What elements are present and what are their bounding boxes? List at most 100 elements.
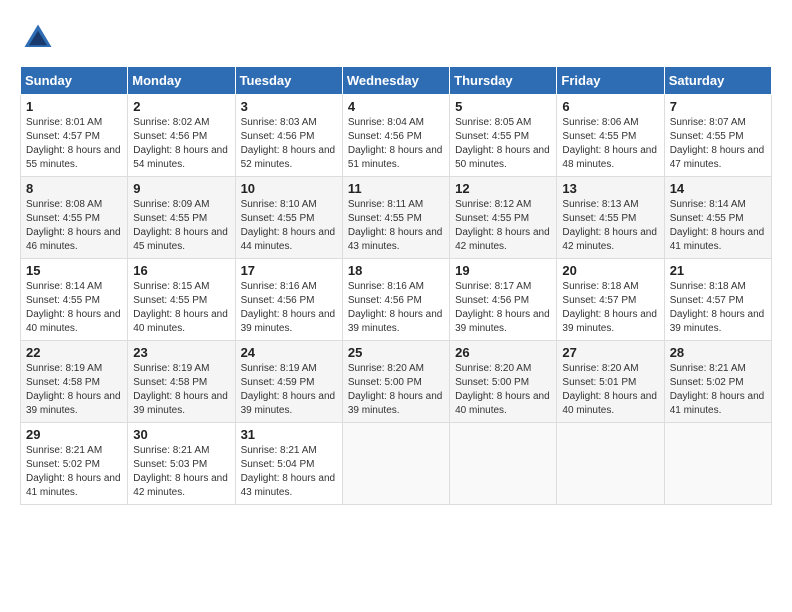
day-info: Sunrise: 8:19 AM Sunset: 4:58 PM Dayligh…	[133, 362, 229, 418]
day-number: 10	[241, 181, 337, 196]
day-info: Sunrise: 8:15 AM Sunset: 4:55 PM Dayligh…	[133, 280, 229, 336]
day-number: 23	[133, 345, 229, 360]
calendar-cell: 8 Sunrise: 8:08 AM Sunset: 4:55 PM Dayli…	[21, 177, 128, 259]
calendar-cell: 26 Sunrise: 8:20 AM Sunset: 5:00 PM Dayl…	[450, 341, 557, 423]
calendar-week-row: 8 Sunrise: 8:08 AM Sunset: 4:55 PM Dayli…	[21, 177, 772, 259]
calendar-cell: 31 Sunrise: 8:21 AM Sunset: 5:04 PM Dayl…	[235, 423, 342, 505]
day-info: Sunrise: 8:13 AM Sunset: 4:55 PM Dayligh…	[562, 198, 658, 254]
calendar-week-row: 15 Sunrise: 8:14 AM Sunset: 4:55 PM Dayl…	[21, 259, 772, 341]
calendar-cell: 6 Sunrise: 8:06 AM Sunset: 4:55 PM Dayli…	[557, 95, 664, 177]
day-info: Sunrise: 8:03 AM Sunset: 4:56 PM Dayligh…	[241, 116, 337, 172]
day-number: 5	[455, 99, 551, 114]
calendar-week-row: 29 Sunrise: 8:21 AM Sunset: 5:02 PM Dayl…	[21, 423, 772, 505]
weekday-header-sunday: Sunday	[21, 67, 128, 95]
day-info: Sunrise: 8:09 AM Sunset: 4:55 PM Dayligh…	[133, 198, 229, 254]
calendar-cell: 19 Sunrise: 8:17 AM Sunset: 4:56 PM Dayl…	[450, 259, 557, 341]
calendar-cell: 25 Sunrise: 8:20 AM Sunset: 5:00 PM Dayl…	[342, 341, 449, 423]
day-info: Sunrise: 8:21 AM Sunset: 5:03 PM Dayligh…	[133, 444, 229, 500]
day-info: Sunrise: 8:04 AM Sunset: 4:56 PM Dayligh…	[348, 116, 444, 172]
calendar-cell	[342, 423, 449, 505]
day-number: 11	[348, 181, 444, 196]
day-info: Sunrise: 8:07 AM Sunset: 4:55 PM Dayligh…	[670, 116, 766, 172]
day-number: 24	[241, 345, 337, 360]
calendar-cell: 9 Sunrise: 8:09 AM Sunset: 4:55 PM Dayli…	[128, 177, 235, 259]
calendar-week-row: 22 Sunrise: 8:19 AM Sunset: 4:58 PM Dayl…	[21, 341, 772, 423]
day-info: Sunrise: 8:21 AM Sunset: 5:02 PM Dayligh…	[26, 444, 122, 500]
day-info: Sunrise: 8:10 AM Sunset: 4:55 PM Dayligh…	[241, 198, 337, 254]
day-number: 9	[133, 181, 229, 196]
calendar-table: SundayMondayTuesdayWednesdayThursdayFrid…	[20, 66, 772, 505]
day-number: 27	[562, 345, 658, 360]
calendar-cell: 2 Sunrise: 8:02 AM Sunset: 4:56 PM Dayli…	[128, 95, 235, 177]
day-info: Sunrise: 8:17 AM Sunset: 4:56 PM Dayligh…	[455, 280, 551, 336]
day-info: Sunrise: 8:14 AM Sunset: 4:55 PM Dayligh…	[26, 280, 122, 336]
calendar-cell: 3 Sunrise: 8:03 AM Sunset: 4:56 PM Dayli…	[235, 95, 342, 177]
page-header	[20, 20, 772, 56]
day-number: 16	[133, 263, 229, 278]
day-number: 13	[562, 181, 658, 196]
calendar-cell: 28 Sunrise: 8:21 AM Sunset: 5:02 PM Dayl…	[664, 341, 771, 423]
day-number: 6	[562, 99, 658, 114]
calendar-cell	[557, 423, 664, 505]
calendar-cell: 13 Sunrise: 8:13 AM Sunset: 4:55 PM Dayl…	[557, 177, 664, 259]
day-info: Sunrise: 8:21 AM Sunset: 5:04 PM Dayligh…	[241, 444, 337, 500]
calendar-cell: 4 Sunrise: 8:04 AM Sunset: 4:56 PM Dayli…	[342, 95, 449, 177]
day-number: 29	[26, 427, 122, 442]
weekday-header-friday: Friday	[557, 67, 664, 95]
day-info: Sunrise: 8:08 AM Sunset: 4:55 PM Dayligh…	[26, 198, 122, 254]
weekday-header-thursday: Thursday	[450, 67, 557, 95]
calendar-cell: 10 Sunrise: 8:10 AM Sunset: 4:55 PM Dayl…	[235, 177, 342, 259]
day-number: 12	[455, 181, 551, 196]
logo	[20, 20, 60, 56]
day-info: Sunrise: 8:20 AM Sunset: 5:00 PM Dayligh…	[348, 362, 444, 418]
day-number: 22	[26, 345, 122, 360]
day-number: 18	[348, 263, 444, 278]
calendar-cell	[664, 423, 771, 505]
day-info: Sunrise: 8:21 AM Sunset: 5:02 PM Dayligh…	[670, 362, 766, 418]
day-info: Sunrise: 8:05 AM Sunset: 4:55 PM Dayligh…	[455, 116, 551, 172]
calendar-cell: 17 Sunrise: 8:16 AM Sunset: 4:56 PM Dayl…	[235, 259, 342, 341]
weekday-header-wednesday: Wednesday	[342, 67, 449, 95]
day-info: Sunrise: 8:20 AM Sunset: 5:01 PM Dayligh…	[562, 362, 658, 418]
day-info: Sunrise: 8:12 AM Sunset: 4:55 PM Dayligh…	[455, 198, 551, 254]
weekday-header-monday: Monday	[128, 67, 235, 95]
day-number: 28	[670, 345, 766, 360]
day-info: Sunrise: 8:01 AM Sunset: 4:57 PM Dayligh…	[26, 116, 122, 172]
calendar-cell: 15 Sunrise: 8:14 AM Sunset: 4:55 PM Dayl…	[21, 259, 128, 341]
calendar-cell	[450, 423, 557, 505]
day-info: Sunrise: 8:18 AM Sunset: 4:57 PM Dayligh…	[562, 280, 658, 336]
weekday-header-saturday: Saturday	[664, 67, 771, 95]
calendar-cell: 29 Sunrise: 8:21 AM Sunset: 5:02 PM Dayl…	[21, 423, 128, 505]
day-info: Sunrise: 8:06 AM Sunset: 4:55 PM Dayligh…	[562, 116, 658, 172]
day-number: 31	[241, 427, 337, 442]
calendar-cell: 20 Sunrise: 8:18 AM Sunset: 4:57 PM Dayl…	[557, 259, 664, 341]
day-number: 20	[562, 263, 658, 278]
day-info: Sunrise: 8:18 AM Sunset: 4:57 PM Dayligh…	[670, 280, 766, 336]
day-number: 25	[348, 345, 444, 360]
calendar-cell: 18 Sunrise: 8:16 AM Sunset: 4:56 PM Dayl…	[342, 259, 449, 341]
day-number: 1	[26, 99, 122, 114]
day-number: 17	[241, 263, 337, 278]
calendar-cell: 11 Sunrise: 8:11 AM Sunset: 4:55 PM Dayl…	[342, 177, 449, 259]
calendar-cell: 24 Sunrise: 8:19 AM Sunset: 4:59 PM Dayl…	[235, 341, 342, 423]
day-info: Sunrise: 8:19 AM Sunset: 4:58 PM Dayligh…	[26, 362, 122, 418]
calendar-cell: 23 Sunrise: 8:19 AM Sunset: 4:58 PM Dayl…	[128, 341, 235, 423]
day-number: 8	[26, 181, 122, 196]
day-number: 14	[670, 181, 766, 196]
day-number: 15	[26, 263, 122, 278]
day-number: 3	[241, 99, 337, 114]
weekday-header-row: SundayMondayTuesdayWednesdayThursdayFrid…	[21, 67, 772, 95]
calendar-cell: 22 Sunrise: 8:19 AM Sunset: 4:58 PM Dayl…	[21, 341, 128, 423]
calendar-cell: 21 Sunrise: 8:18 AM Sunset: 4:57 PM Dayl…	[664, 259, 771, 341]
calendar-cell: 16 Sunrise: 8:15 AM Sunset: 4:55 PM Dayl…	[128, 259, 235, 341]
day-info: Sunrise: 8:16 AM Sunset: 4:56 PM Dayligh…	[348, 280, 444, 336]
day-number: 26	[455, 345, 551, 360]
calendar-cell: 1 Sunrise: 8:01 AM Sunset: 4:57 PM Dayli…	[21, 95, 128, 177]
day-info: Sunrise: 8:02 AM Sunset: 4:56 PM Dayligh…	[133, 116, 229, 172]
calendar-cell: 30 Sunrise: 8:21 AM Sunset: 5:03 PM Dayl…	[128, 423, 235, 505]
day-info: Sunrise: 8:19 AM Sunset: 4:59 PM Dayligh…	[241, 362, 337, 418]
day-number: 30	[133, 427, 229, 442]
calendar-cell: 5 Sunrise: 8:05 AM Sunset: 4:55 PM Dayli…	[450, 95, 557, 177]
calendar-cell: 14 Sunrise: 8:14 AM Sunset: 4:55 PM Dayl…	[664, 177, 771, 259]
day-info: Sunrise: 8:11 AM Sunset: 4:55 PM Dayligh…	[348, 198, 444, 254]
